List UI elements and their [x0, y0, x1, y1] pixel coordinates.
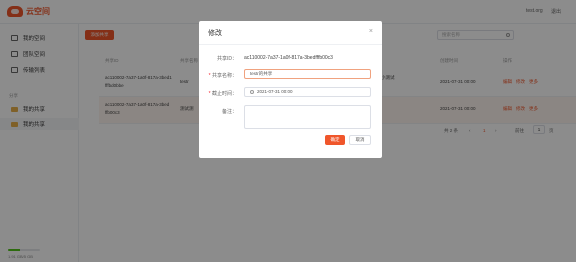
share-id-label: 共享ID： [216, 56, 237, 62]
remark-textarea[interactable] [244, 105, 371, 129]
share-id-value: ac110002-7a37-1a0f-817a-3bedfffb00c3 [244, 55, 333, 61]
deadline-date-picker[interactable]: 2021-07-31 00:00 [244, 87, 371, 97]
share-name-label: * 共享名称： [199, 72, 237, 79]
close-icon[interactable]: × [369, 28, 373, 35]
dialog-title: 修改 [208, 30, 222, 37]
confirm-button[interactable]: 确定 [325, 135, 345, 145]
share-name-field[interactable]: testr的共享 [244, 69, 371, 79]
cancel-button[interactable]: 取消 [349, 135, 371, 145]
edit-share-dialog: 修改 × 共享ID： ac110002-7a37-1a0f-817a-3bedf… [199, 21, 382, 158]
deadline-value: 2021-07-31 00:00 [257, 89, 293, 94]
remark-label: 备注： [221, 109, 237, 115]
share-name-value: testr的共享 [250, 71, 273, 76]
dialog-divider [199, 44, 382, 45]
deadline-label: * 截止时间： [199, 90, 237, 97]
share-name-label-text: 共享名称： [211, 73, 237, 79]
clock-icon [250, 89, 254, 94]
deadline-label-text: 截止时间： [211, 91, 237, 97]
